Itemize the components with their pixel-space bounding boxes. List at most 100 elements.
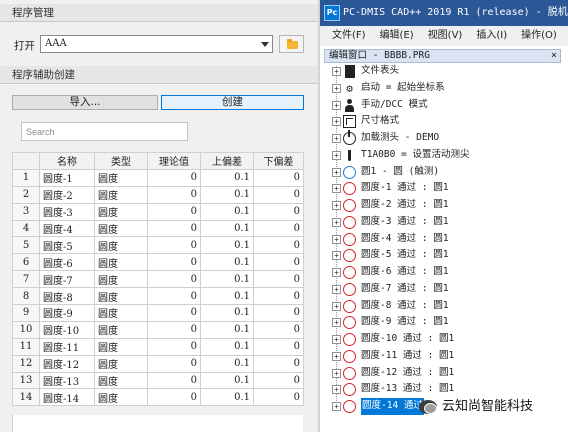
cell-nominal[interactable]: 0 [147, 202, 201, 221]
close-icon[interactable]: × [551, 50, 557, 62]
tree-item[interactable]: + 圆度-6 通过 : 圆1 [320, 264, 568, 281]
tree-item[interactable]: + 文件表头 [320, 63, 568, 80]
menu-insert[interactable]: 插入(I) [476, 30, 507, 41]
expand-icon[interactable]: + [332, 117, 341, 127]
table-row[interactable]: 11 圆度-11 圆度 0 0.1 0 [12, 337, 304, 356]
cell-lower-tol[interactable]: 0 [253, 304, 304, 322]
column-header-name[interactable]: 名称 [39, 152, 95, 170]
expand-icon[interactable]: + [332, 301, 341, 311]
cell-upper-tol[interactable]: 0.1 [200, 270, 254, 289]
column-header-lower-tol[interactable]: 下偏差 [253, 152, 304, 170]
cell-upper-tol[interactable]: 0.1 [200, 337, 254, 356]
cell-name[interactable]: 圆度-7 [39, 270, 95, 289]
table-row[interactable]: 9 圆度-9 圆度 0 0.1 0 [12, 304, 304, 322]
expand-icon[interactable]: + [332, 284, 341, 294]
cell-name[interactable]: 圆度-4 [39, 219, 95, 238]
cell-upper-tol[interactable]: 0.1 [200, 185, 254, 204]
expand-icon[interactable]: + [332, 251, 341, 261]
cell-nominal[interactable]: 0 [147, 185, 201, 204]
tree-item[interactable]: + 圆度-3 通过 : 圆1 [320, 214, 568, 231]
table-row[interactable]: 12 圆度-12 圆度 0 0.1 0 [12, 354, 304, 373]
column-header-upper-tol[interactable]: 上偏差 [200, 152, 254, 170]
cell-name[interactable]: 圆度-8 [39, 287, 95, 306]
cell-upper-tol[interactable]: 0.1 [200, 219, 254, 238]
cell-lower-tol[interactable]: 0 [253, 253, 304, 272]
expand-icon[interactable]: + [332, 100, 341, 110]
cell-lower-tol[interactable]: 0 [253, 337, 304, 356]
expand-icon[interactable]: + [332, 67, 341, 76]
cell-type[interactable]: 圆度 [94, 270, 148, 289]
cell-type[interactable]: 圆度 [94, 388, 148, 407]
expand-icon[interactable]: + [332, 201, 341, 210]
expand-icon[interactable]: + [332, 402, 341, 411]
open-program-combo[interactable]: AAA [40, 35, 273, 53]
cell-lower-tol[interactable]: 0 [253, 219, 304, 238]
tree-item[interactable]: + 加载测头 - DEMO [320, 130, 568, 147]
cell-name[interactable]: 圆度-9 [39, 304, 95, 322]
tree-item[interactable]: + 圆度-7 通过 : 圆1 [320, 281, 568, 298]
browse-folder-button[interactable] [279, 35, 304, 53]
cell-nominal[interactable]: 0 [147, 168, 201, 187]
cell-name[interactable]: 圆度-6 [39, 253, 95, 272]
cell-nominal[interactable]: 0 [147, 219, 201, 238]
expand-icon[interactable]: + [332, 268, 341, 277]
cell-name[interactable]: 圆度-12 [39, 354, 95, 373]
expand-icon[interactable]: + [332, 83, 341, 93]
cell-nominal[interactable]: 0 [147, 320, 201, 339]
tree-item[interactable]: + 手动/DCC 模式 [320, 97, 568, 114]
cell-upper-tol[interactable]: 0.1 [200, 304, 254, 322]
cell-upper-tol[interactable]: 0.1 [200, 168, 254, 187]
cell-upper-tol[interactable]: 0.1 [200, 202, 254, 221]
expand-icon[interactable]: + [332, 368, 341, 378]
cell-lower-tol[interactable]: 0 [253, 320, 304, 339]
column-header-nominal[interactable]: 理论值 [147, 152, 201, 170]
expand-icon[interactable]: + [332, 167, 341, 177]
tree-item[interactable]: + 圆度-2 通过 : 圆1 [320, 197, 568, 214]
cell-nominal[interactable]: 0 [147, 371, 201, 390]
cell-lower-tol[interactable]: 0 [253, 354, 304, 373]
expand-icon[interactable]: + [332, 134, 341, 143]
expand-icon[interactable]: + [332, 217, 341, 227]
create-button[interactable]: 创建 [161, 95, 304, 110]
cell-lower-tol[interactable]: 0 [253, 270, 304, 289]
cell-type[interactable]: 圆度 [94, 236, 148, 255]
tree-item[interactable]: + ⚙ 启动 = 起始坐标系 [320, 80, 568, 97]
import-button[interactable]: 导入... [12, 95, 158, 110]
cell-type[interactable]: 圆度 [94, 202, 148, 221]
expand-icon[interactable]: + [332, 184, 341, 194]
cell-name[interactable]: 圆度-3 [39, 202, 95, 221]
cell-nominal[interactable]: 0 [147, 253, 201, 272]
menu-view[interactable]: 视图(V) [428, 30, 463, 41]
table-row[interactable]: 10 圆度-10 圆度 0 0.1 0 [12, 320, 304, 339]
cell-type[interactable]: 圆度 [94, 320, 148, 339]
cell-nominal[interactable]: 0 [147, 354, 201, 373]
tree-item[interactable]: + 尺寸格式 [320, 113, 568, 130]
table-row[interactable]: 3 圆度-3 圆度 0 0.1 0 [12, 202, 304, 221]
cell-type[interactable]: 圆度 [94, 354, 148, 373]
cell-nominal[interactable]: 0 [147, 236, 201, 255]
tree-item[interactable]: + 圆度-1 通过 : 圆1 [320, 180, 568, 197]
expand-icon[interactable]: + [332, 150, 341, 160]
cell-nominal[interactable]: 0 [147, 304, 201, 322]
cell-type[interactable]: 圆度 [94, 337, 148, 356]
table-row[interactable]: 5 圆度-5 圆度 0 0.1 0 [12, 236, 304, 255]
tree-item[interactable]: + 圆度-11 通过 : 圆1 [320, 348, 568, 365]
cell-type[interactable]: 圆度 [94, 219, 148, 238]
cell-nominal[interactable]: 0 [147, 270, 201, 289]
cell-type[interactable]: 圆度 [94, 287, 148, 306]
cell-lower-tol[interactable]: 0 [253, 168, 304, 187]
cell-lower-tol[interactable]: 0 [253, 202, 304, 221]
cell-type[interactable]: 圆度 [94, 371, 148, 390]
tree-item[interactable]: + 圆度-8 通过 : 圆1 [320, 298, 568, 315]
cell-name[interactable]: 圆度-5 [39, 236, 95, 255]
cell-name[interactable]: 圆度-14 [39, 388, 95, 407]
cell-type[interactable]: 圆度 [94, 185, 148, 204]
chevron-down-icon[interactable] [261, 42, 269, 47]
tree-item[interactable]: + 圆度-12 通过 : 圆1 [320, 365, 568, 382]
search-input[interactable] [21, 122, 188, 141]
expand-icon[interactable]: + [332, 351, 341, 361]
menu-operation[interactable]: 操作(O) [521, 30, 557, 41]
tree-item[interactable]: + 圆1 - 圆 (触测) [320, 164, 568, 181]
cell-upper-tol[interactable]: 0.1 [200, 253, 254, 272]
table-row[interactable]: 4 圆度-4 圆度 0 0.1 0 [12, 219, 304, 238]
